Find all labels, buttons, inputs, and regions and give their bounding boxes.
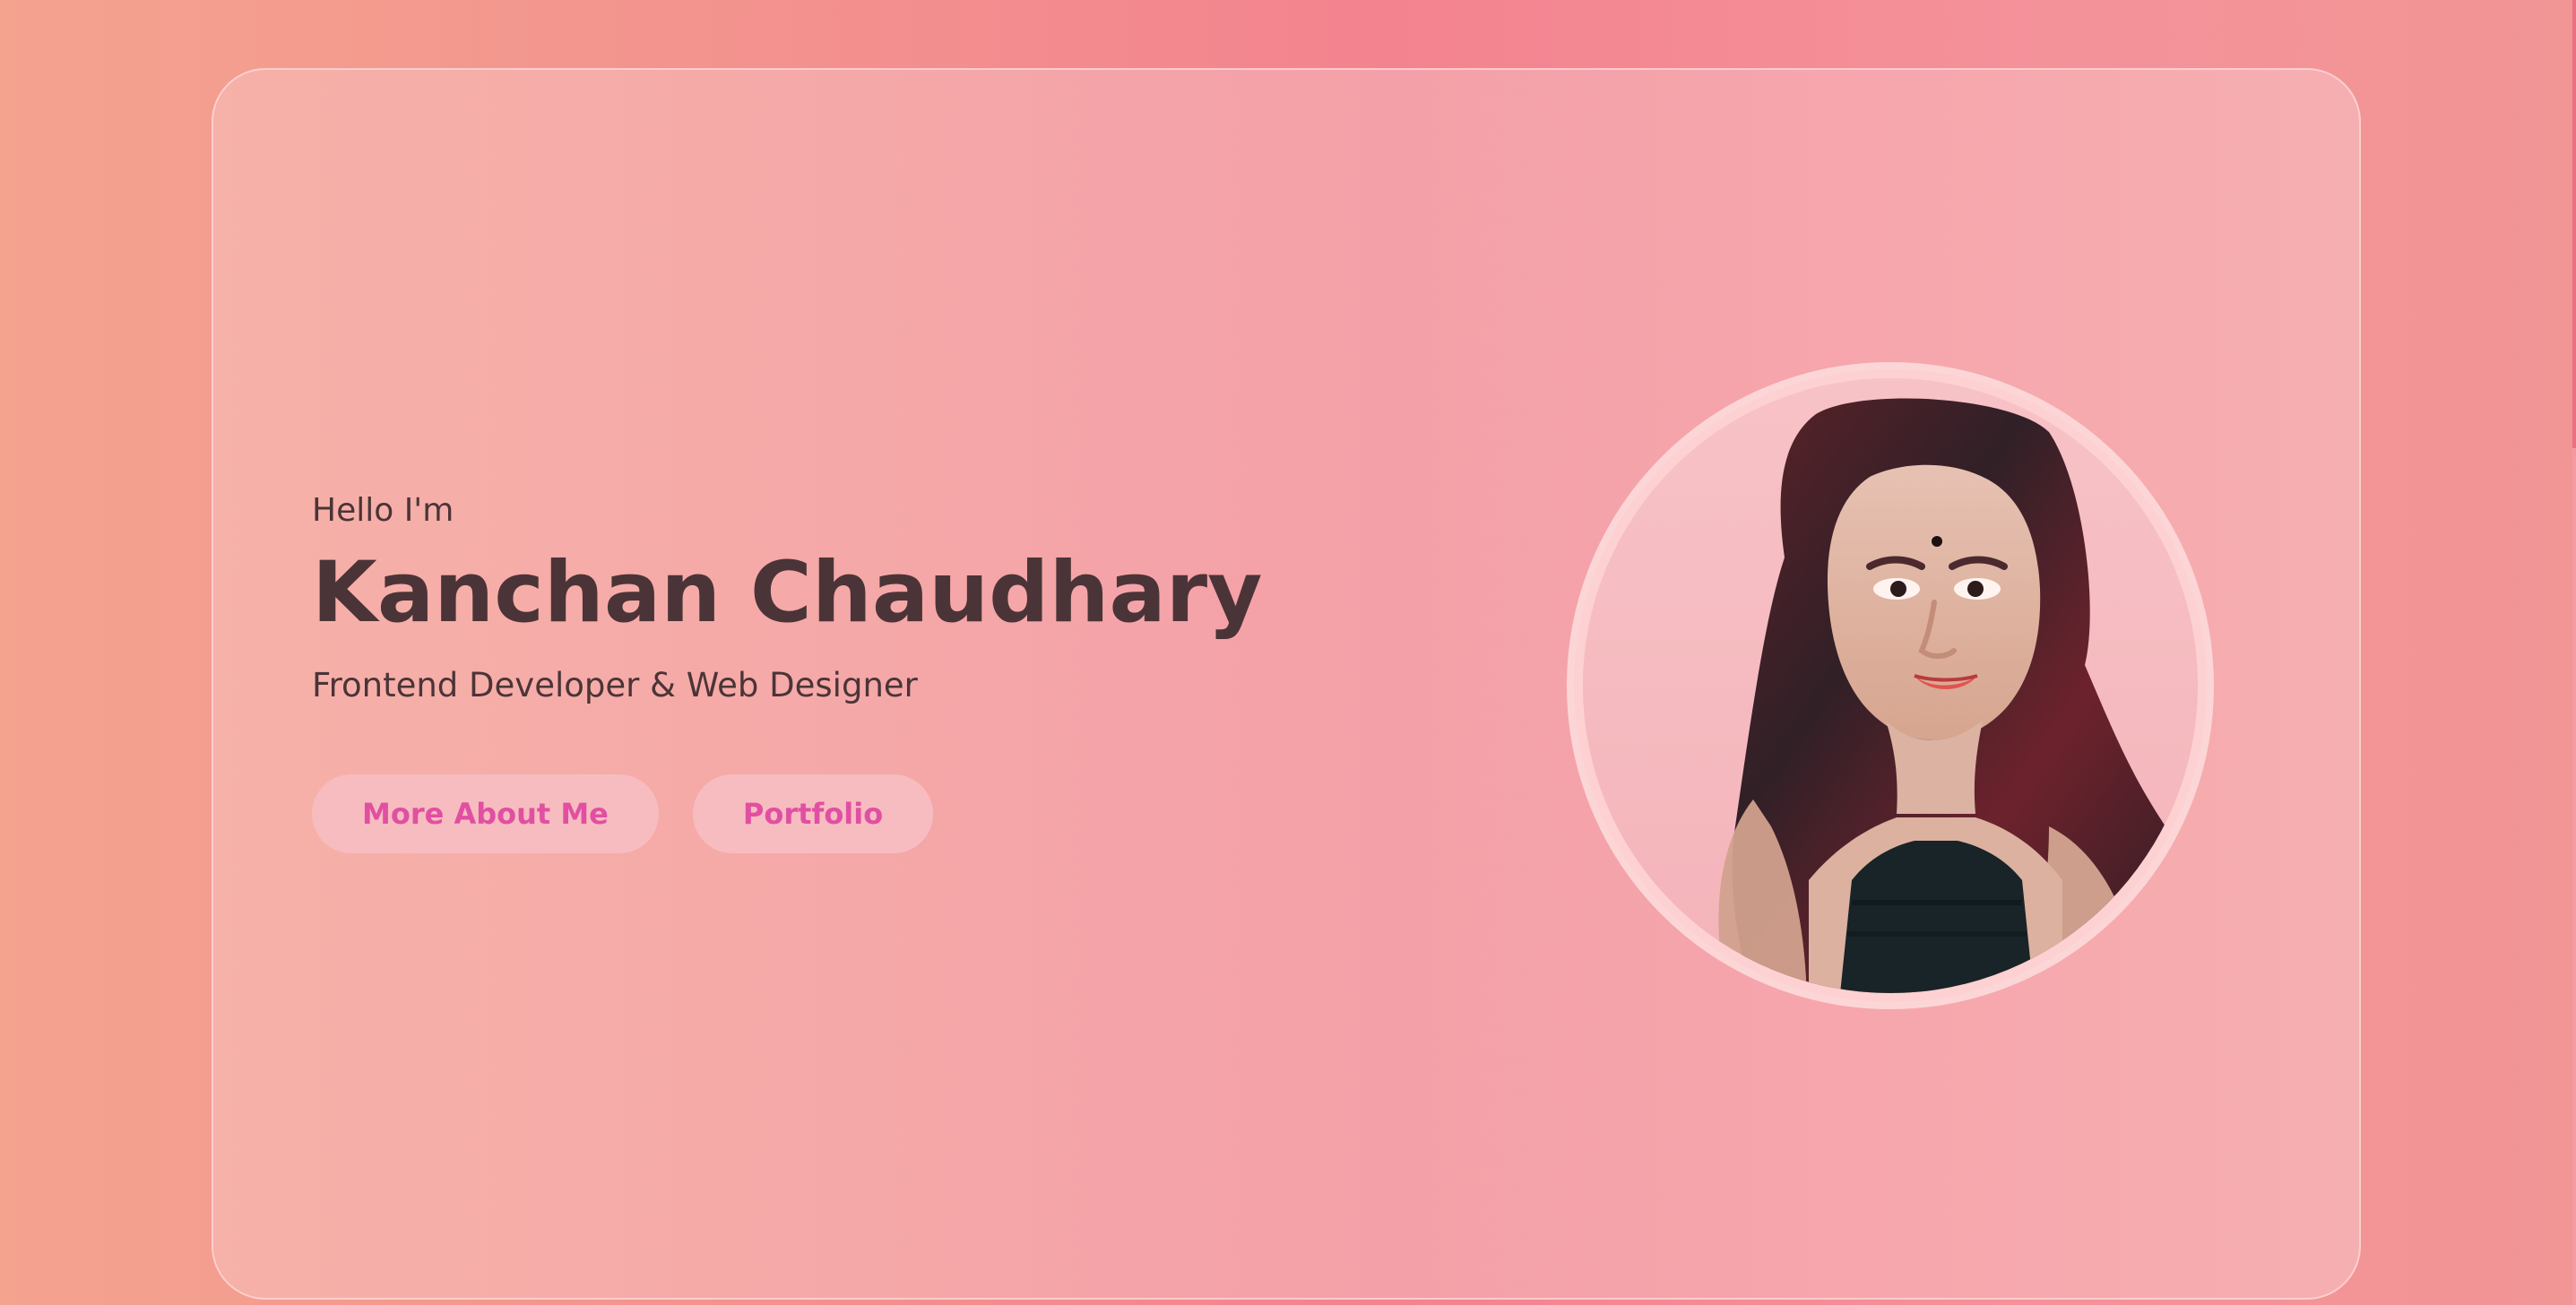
page-scrollbar-track[interactable] bbox=[2572, 0, 2576, 1305]
profile-name: Kanchan Chaudhary bbox=[312, 544, 1263, 642]
profile-photo-frame bbox=[1567, 362, 2214, 1009]
profile-photo bbox=[1583, 378, 2198, 993]
hero-card: Hello I'm Kanchan Chaudhary Frontend Dev… bbox=[212, 68, 2361, 1300]
profile-photo-illustration bbox=[1583, 378, 2198, 993]
profile-role: Frontend Developer & Web Designer bbox=[312, 666, 918, 704]
hero-actions: More About Me Portfolio bbox=[312, 774, 934, 853]
page-scrollbar-thumb[interactable] bbox=[2572, 0, 2576, 448]
more-about-me-button[interactable]: More About Me bbox=[312, 774, 659, 853]
hero-text: Hello I'm Kanchan Chaudhary Frontend Dev… bbox=[312, 491, 1477, 706]
greeting-text: Hello I'm bbox=[312, 492, 454, 529]
portfolio-button[interactable]: Portfolio bbox=[692, 774, 934, 853]
